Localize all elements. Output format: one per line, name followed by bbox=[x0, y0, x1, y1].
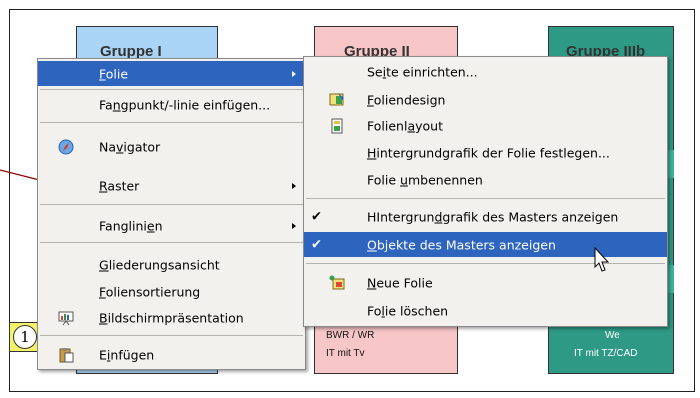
submenu-item-objekte-master[interactable]: ✔ Objekte des Masters anzeigen bbox=[304, 232, 667, 257]
new-slide-icon bbox=[329, 275, 345, 291]
submenu-item-seite-einrichten[interactable]: Seite einrichten... bbox=[304, 60, 667, 84]
submenu-item-hintergrundgrafik-festlegen[interactable]: Hintergrundgrafik der Folie festlegen... bbox=[304, 141, 667, 165]
submenu-item-neue-folie-label: Neue Folie bbox=[367, 275, 433, 291]
menu-item-folie-label: Folie bbox=[99, 66, 129, 81]
menu-item-gliederungsansicht[interactable]: Gliederungsansicht bbox=[38, 253, 305, 277]
checkmark-icon: ✔ bbox=[311, 237, 322, 252]
menu-item-einfuegen-label: Einfügen bbox=[99, 347, 155, 363]
submenu-item-folienlayout[interactable]: Folienlayout bbox=[304, 114, 667, 138]
paste-icon bbox=[58, 347, 74, 363]
menu-item-fangpunkt-label: Fangpunkt/-linie einfügen... bbox=[99, 97, 271, 113]
menu-item-fanglinien[interactable]: Fanglinien bbox=[38, 214, 305, 238]
context-menu: Folie Fangpunkt/-linie einfügen... Navig… bbox=[37, 58, 306, 370]
menu-separator bbox=[40, 204, 303, 205]
submenu-item-seite-einrichten-label: Seite einrichten... bbox=[367, 64, 478, 80]
menu-item-raster-label: Raster bbox=[99, 178, 140, 194]
submenu-item-neue-folie[interactable]: Neue Folie bbox=[304, 271, 667, 295]
menu-item-bildschirmpraesentation-label: Bildschirmpräsentation bbox=[99, 310, 244, 326]
mouse-cursor-shape bbox=[594, 247, 610, 272]
menu-item-fanglinien-label: Fanglinien bbox=[99, 218, 163, 234]
slide-design-icon bbox=[329, 92, 345, 108]
menu-separator bbox=[306, 198, 665, 199]
submenu-arrow-icon bbox=[292, 183, 296, 189]
menu-item-foliensortierung-label: Foliensortierung bbox=[99, 284, 201, 300]
submenu-item-folie-loeschen[interactable]: Folie löschen bbox=[304, 299, 667, 323]
submenu-item-hintergrundgrafik-master[interactable]: ✔ HIntergrundgrafik des Masters anzeigen bbox=[304, 205, 667, 229]
menu-item-einfuegen[interactable]: Einfügen bbox=[38, 343, 305, 367]
menu-separator bbox=[306, 263, 665, 264]
paste-icon-svg bbox=[59, 348, 74, 363]
submenu-item-foliendesign-label: Foliendesign bbox=[367, 92, 446, 108]
submenu-item-folienlayout-label: Folienlayout bbox=[367, 118, 443, 134]
submenu-item-foliendesign[interactable]: Foliendesign bbox=[304, 88, 667, 112]
submenu-item-hintergrundgrafik-festlegen-label: Hintergrundgrafik der Folie festlegen... bbox=[367, 145, 610, 161]
presentation-icon bbox=[58, 310, 74, 326]
menu-separator bbox=[40, 335, 303, 336]
submenu-arrow-icon bbox=[292, 223, 296, 229]
mouse-cursor-icon bbox=[594, 247, 610, 272]
slide-layout-icon-svg bbox=[331, 118, 343, 134]
presentation-icon-svg bbox=[58, 311, 74, 326]
submenu-item-folie-umbenennen[interactable]: Folie umbenennen bbox=[304, 168, 667, 192]
menu-separator bbox=[40, 89, 303, 90]
submenu-item-objekte-master-label: Objekte des Masters anzeigen bbox=[367, 237, 556, 252]
menu-item-fangpunkt[interactable]: Fangpunkt/-linie einfügen... bbox=[38, 93, 305, 117]
menu-item-folie[interactable]: Folie bbox=[38, 61, 305, 86]
slide-design-icon-svg bbox=[329, 93, 344, 106]
menu-item-raster[interactable]: Raster bbox=[38, 174, 305, 198]
submenu-item-folie-loeschen-label: Folie löschen bbox=[367, 303, 449, 319]
folie-submenu: Seite einrichten... Foliendesign Folienl… bbox=[303, 56, 668, 327]
submenu-item-hintergrundgrafik-master-label: HIntergrundgrafik des Masters anzeigen bbox=[367, 209, 619, 225]
menu-item-bildschirmpraesentation[interactable]: Bildschirmpräsentation bbox=[38, 306, 305, 330]
menu-item-navigator-label: Navigator bbox=[99, 139, 161, 155]
slide-layout-icon bbox=[329, 118, 345, 134]
new-slide-icon-svg bbox=[329, 275, 345, 290]
submenu-item-folie-umbenennen-label: Folie umbenennen bbox=[367, 172, 483, 188]
menu-item-navigator[interactable]: Navigator bbox=[38, 135, 305, 159]
compass-icon bbox=[58, 139, 74, 155]
compass-icon-svg bbox=[58, 139, 74, 155]
submenu-arrow-icon bbox=[292, 70, 296, 77]
menu-item-foliensortierung[interactable]: Foliensortierung bbox=[38, 280, 305, 304]
menu-separator bbox=[40, 242, 303, 243]
menu-item-gliederungsansicht-label: Gliederungsansicht bbox=[99, 257, 220, 273]
checkmark-icon: ✔ bbox=[311, 209, 322, 225]
menu-separator bbox=[40, 122, 303, 123]
